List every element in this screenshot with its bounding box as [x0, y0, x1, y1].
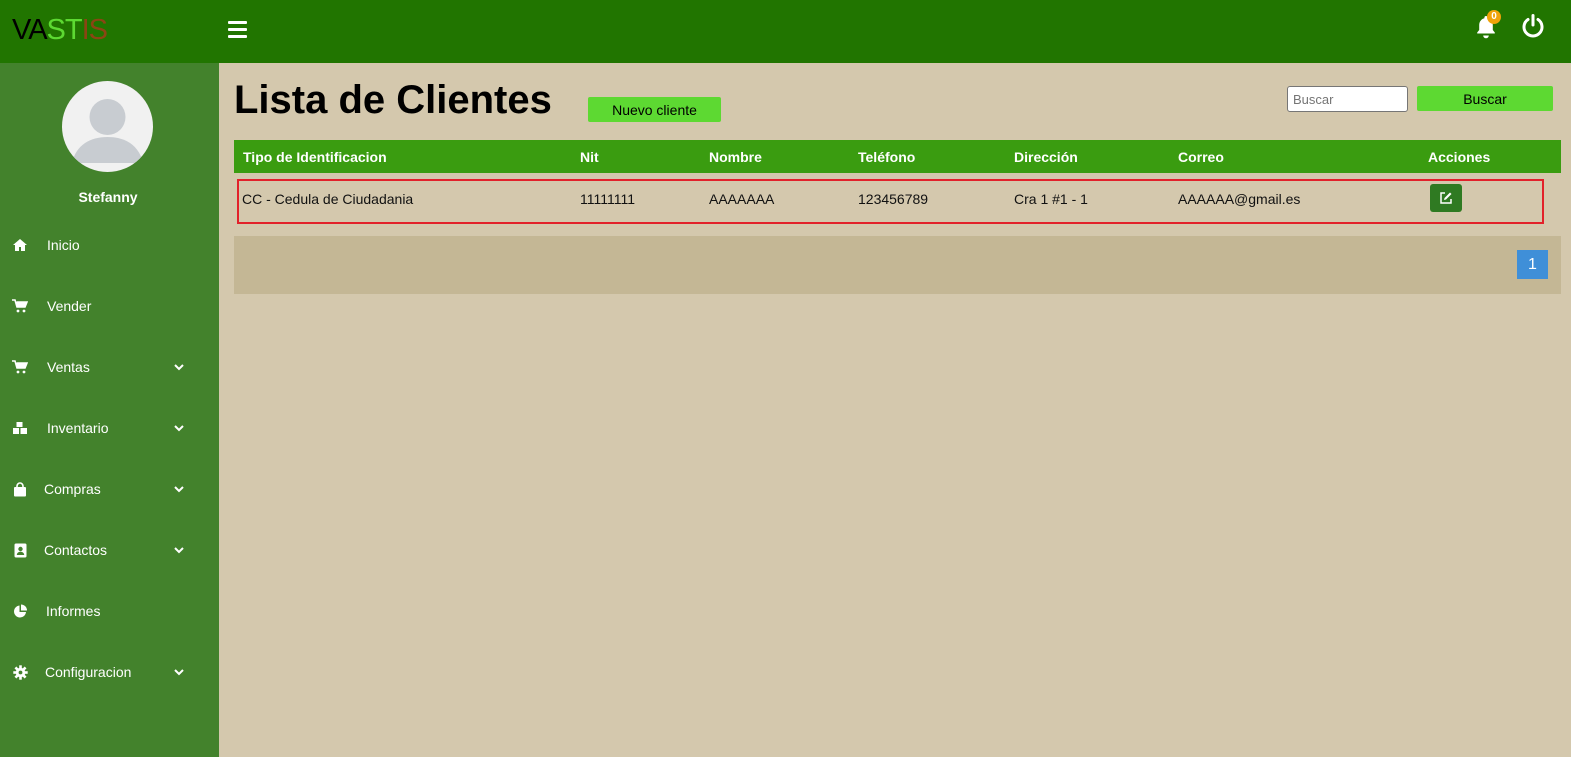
logo-part-va: VA — [12, 14, 48, 46]
sidebar-item-label: Inventario — [47, 420, 109, 436]
home-icon — [12, 237, 28, 253]
sidebar-item-label: Configuracion — [45, 664, 132, 680]
gear-icon — [12, 664, 28, 680]
sidebar-item-informes[interactable]: Informes — [0, 591, 219, 631]
sidebar-item-label: Inicio — [47, 237, 80, 253]
power-icon[interactable] — [1520, 13, 1546, 39]
column-header-tipo: Tipo de Identificacion — [243, 149, 387, 165]
chevron-down-icon — [174, 425, 184, 432]
sidebar-item-inicio[interactable]: Inicio — [0, 225, 219, 265]
sidebar-item-contactos[interactable]: Contactos — [0, 530, 219, 570]
shopping-bag-icon — [12, 481, 28, 497]
cell-correo: AAAAAA@gmail.es — [1178, 191, 1301, 207]
sidebar-item-inventario[interactable]: Inventario — [0, 408, 219, 448]
column-header-direccion: Dirección — [1014, 149, 1078, 165]
chevron-down-icon — [174, 364, 184, 371]
column-header-correo: Correo — [1178, 149, 1224, 165]
logo-part-st: ST — [46, 14, 83, 46]
chevron-down-icon — [174, 547, 184, 554]
sidebar-item-label: Compras — [44, 481, 101, 497]
search-input[interactable] — [1287, 86, 1408, 112]
column-header-nombre: Nombre — [709, 149, 762, 165]
sidebar-item-label: Informes — [46, 603, 101, 619]
brand-logo[interactable]: VASTIS — [12, 14, 108, 47]
top-bar: VASTIS 0 — [0, 0, 1571, 63]
address-book-icon — [12, 542, 28, 558]
edit-button[interactable] — [1430, 184, 1462, 212]
page-button-1[interactable]: 1 — [1517, 250, 1548, 279]
pie-chart-icon — [12, 603, 28, 619]
sidebar-item-configuracion[interactable]: Configuracion — [0, 652, 219, 692]
chevron-down-icon — [174, 486, 184, 493]
cell-direccion: Cra 1 #1 - 1 — [1014, 191, 1088, 207]
sidebar-item-vender[interactable]: Vender — [0, 286, 219, 326]
sidebar-item-ventas[interactable]: Ventas — [0, 347, 219, 387]
search-button[interactable]: Buscar — [1417, 86, 1553, 111]
menu-toggle-icon[interactable] — [228, 21, 247, 38]
table-header: Tipo de Identificacion Nit Nombre Teléfo… — [234, 140, 1561, 173]
cell-tipo: CC - Cedula de Ciudadania — [242, 191, 414, 207]
user-silhouette-icon — [72, 99, 143, 163]
cart-icon — [12, 298, 28, 314]
column-header-telefono: Teléfono — [858, 149, 916, 165]
edit-icon — [1440, 192, 1452, 204]
sidebar-item-label: Ventas — [47, 359, 90, 375]
column-header-acciones: Acciones — [1428, 149, 1491, 165]
chevron-down-icon — [174, 669, 184, 676]
cell-nit: 11111111 — [580, 191, 636, 207]
sidebar-item-compras[interactable]: Compras — [0, 469, 219, 509]
new-client-button[interactable]: Nuevo cliente — [588, 97, 721, 122]
boxes-icon — [12, 420, 28, 436]
sidebar: Stefanny Inicio Vender Ventas Inventario… — [0, 63, 219, 757]
cart-icon — [12, 359, 28, 375]
username: Stefanny — [78, 189, 138, 205]
notification-badge: 0 — [1487, 10, 1501, 24]
cell-telefono: 123456789 — [858, 191, 929, 207]
sidebar-item-label: Contactos — [44, 542, 108, 558]
page-title: Lista de Clientes — [234, 78, 552, 122]
cell-nombre: AAAAAAA — [709, 191, 775, 207]
pagination-bar — [234, 236, 1561, 294]
column-header-nit: Nit — [580, 149, 599, 165]
avatar — [62, 81, 153, 172]
sidebar-item-label: Vender — [47, 298, 92, 314]
logo-part-is: IS — [81, 14, 108, 46]
